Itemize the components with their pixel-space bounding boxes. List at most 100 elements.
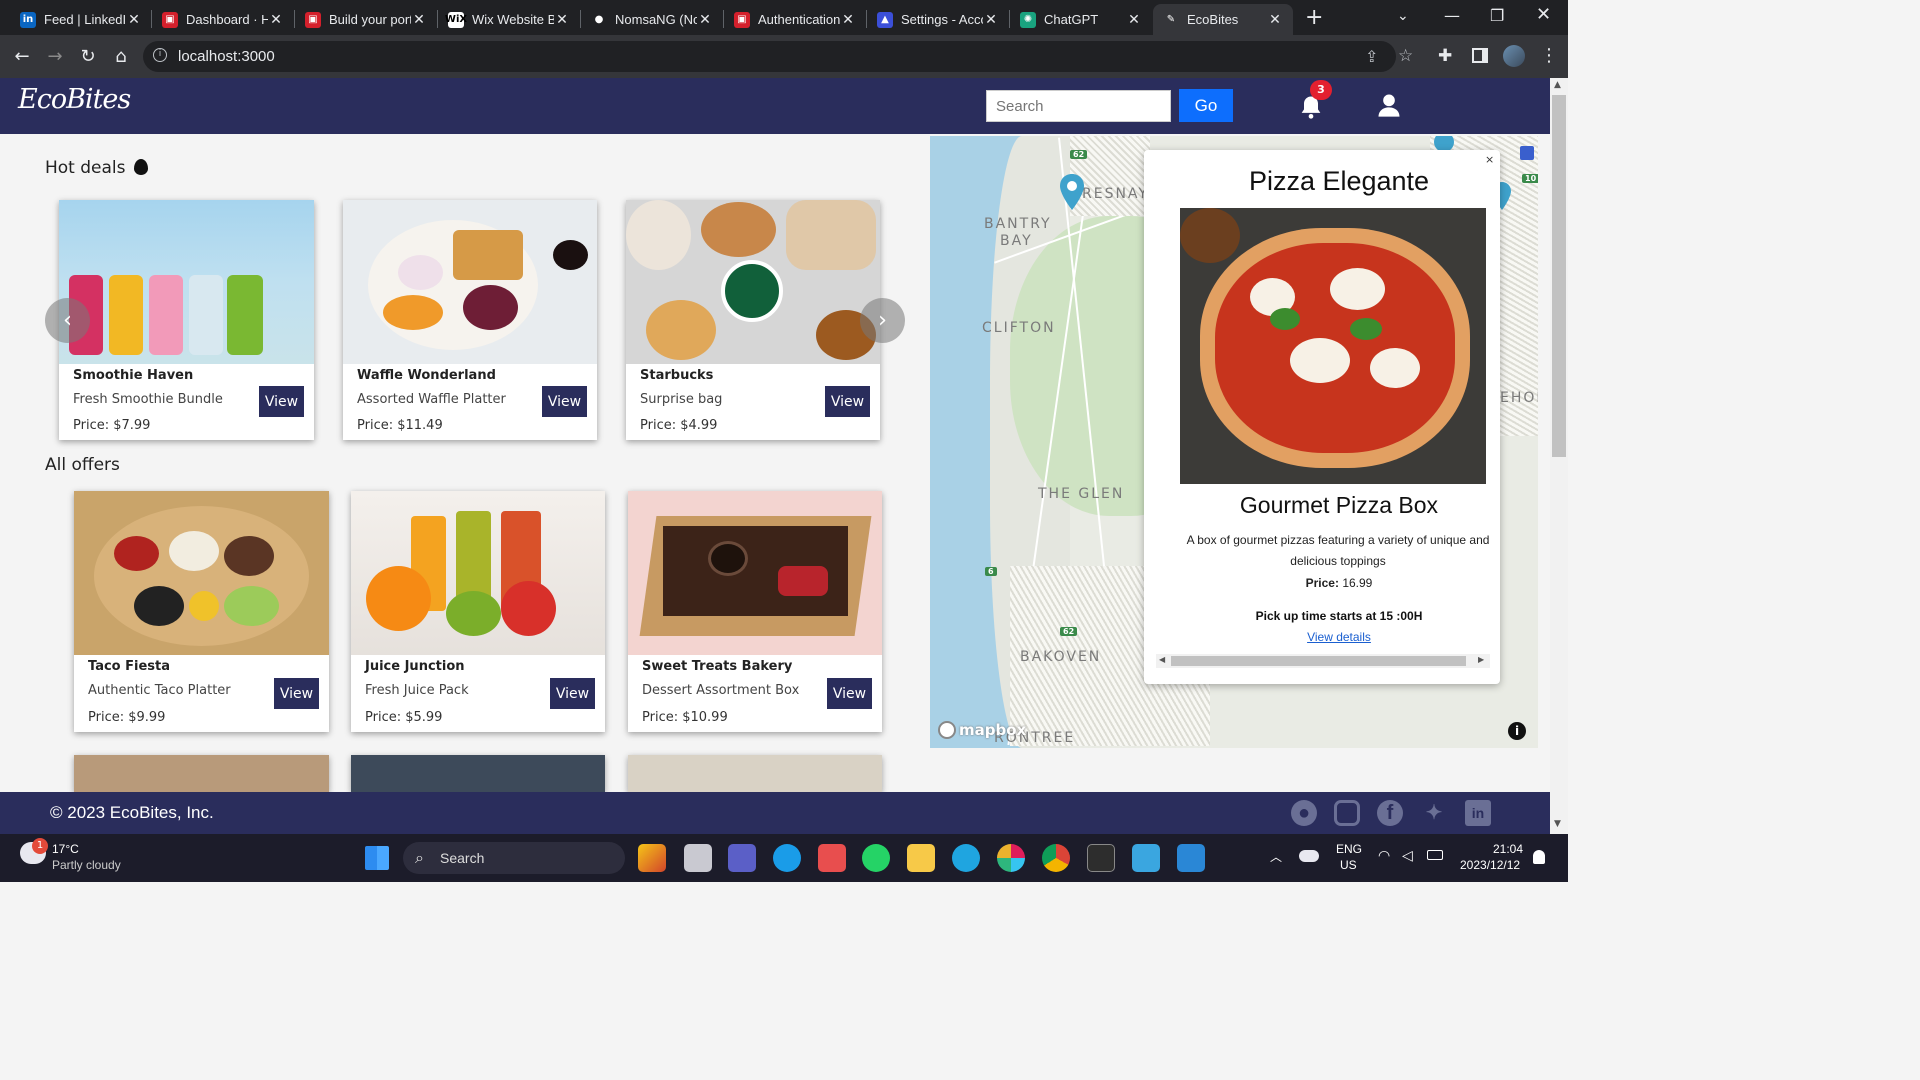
github-icon[interactable]: ● <box>1291 800 1317 826</box>
map-label: BANTRY <box>984 216 1052 232</box>
offer-card-partial[interactable] <box>351 755 605 792</box>
terminal-icon[interactable] <box>1087 844 1115 872</box>
maximize-icon[interactable]: ❐ <box>1490 6 1504 25</box>
taskbar-search[interactable] <box>403 842 625 874</box>
view-button[interactable]: View <box>825 386 870 417</box>
scroll-up-arrow-icon[interactable]: ▲ <box>1554 80 1561 90</box>
language-indicator[interactable]: ENG <box>1336 842 1362 856</box>
tab-close-icon[interactable]: ✕ <box>983 12 999 28</box>
user-profile-icon[interactable] <box>1375 91 1403 119</box>
chrome-icon[interactable] <box>1042 844 1070 872</box>
skype-icon[interactable] <box>773 844 801 872</box>
linkedin-icon[interactable]: in <box>1465 800 1491 826</box>
site-info-icon[interactable]: i <box>153 48 167 62</box>
clock-date[interactable]: 2023/12/12 <box>1460 858 1520 872</box>
widgets-icon[interactable] <box>638 844 666 872</box>
onedrive-icon[interactable] <box>1299 850 1319 862</box>
tab-ecobites[interactable]: ✎ EcoBites ✕ <box>1153 4 1293 35</box>
snipping-tool-icon[interactable] <box>818 844 846 872</box>
mapbox-logo[interactable]: mapbox <box>938 721 1026 739</box>
menu-dots-icon[interactable]: ⋮ <box>1540 45 1558 66</box>
page-scroll-thumb[interactable] <box>1552 95 1566 457</box>
tab-close-icon[interactable]: ✕ <box>268 12 284 28</box>
map-pin-icon[interactable] <box>1059 174 1085 210</box>
offer-card-juice-junction[interactable]: Juice Junction Fresh Juice Pack Price: $… <box>351 491 605 732</box>
tab-close-icon[interactable]: ✕ <box>840 12 856 28</box>
map-label: BAKOVEN <box>1020 649 1102 665</box>
view-button[interactable]: View <box>542 386 587 417</box>
notification-center-icon[interactable] <box>1533 850 1545 864</box>
task-view-icon[interactable] <box>684 844 712 872</box>
carousel-next-arrow-icon[interactable]: › <box>860 298 905 343</box>
deal-card-starbucks[interactable]: Starbucks Surprise bag Price: $4.99 View <box>626 200 880 440</box>
instagram-icon[interactable] <box>1334 800 1360 826</box>
tab-nomsang-nomsa[interactable]: ● NomsaNG (Nomsa)✕ <box>581 4 723 35</box>
tab-authentication[interactable]: ▣ Authentication ✕ <box>724 4 866 35</box>
twitter-icon[interactable]: ✦ <box>1421 800 1447 826</box>
address-bar[interactable] <box>143 41 1396 72</box>
vscode-icon[interactable] <box>1177 844 1205 872</box>
view-button[interactable]: View <box>274 678 319 709</box>
close-window-icon[interactable]: ✕ <box>1536 4 1551 25</box>
offer-card-partial[interactable] <box>628 755 882 792</box>
go-button[interactable]: Go <box>1179 89 1233 122</box>
tab-close-icon[interactable]: ✕ <box>126 12 142 28</box>
offer-card-taco-fiesta[interactable]: Taco Fiesta Authentic Taco Platter Price… <box>74 491 329 732</box>
facebook-icon[interactable]: f <box>1377 800 1403 826</box>
tab-close-icon[interactable]: ✕ <box>1126 12 1142 28</box>
view-details-link[interactable]: View details <box>1144 630 1534 644</box>
tab-chatgpt[interactable]: ✺ ChatGPT ✕ <box>1010 4 1152 35</box>
ecobites-logo[interactable]: EcoBites <box>18 84 131 115</box>
home-icon[interactable]: ⌂ <box>109 45 133 69</box>
map-info-icon[interactable]: i <box>1508 722 1526 740</box>
new-tab-icon[interactable]: + <box>1305 5 1323 30</box>
region-indicator[interactable]: US <box>1340 858 1357 872</box>
teams-icon[interactable] <box>728 844 756 872</box>
minimize-icon[interactable]: — <box>1444 6 1460 25</box>
offer-card-partial[interactable] <box>74 755 329 792</box>
tab-close-icon[interactable]: ✕ <box>411 12 427 28</box>
edge-icon[interactable] <box>952 844 980 872</box>
view-button[interactable]: View <box>550 678 595 709</box>
battery-icon[interactable] <box>1427 850 1443 860</box>
scroll-right-arrow-icon[interactable]: ▶ <box>1478 655 1484 664</box>
deal-card-smoothie-haven[interactable]: Smoothie Haven Fresh Smoothie Bundle Pri… <box>59 200 314 440</box>
reload-icon[interactable]: ↻ <box>76 45 100 69</box>
view-button[interactable]: View <box>259 386 304 417</box>
tab-close-icon[interactable]: ✕ <box>697 12 713 28</box>
tab-dashboard-heroku[interactable]: ▣ Dashboard · Heroku✕ <box>152 4 294 35</box>
show-hidden-icons-icon[interactable]: ︿ <box>1270 848 1282 865</box>
tab-favicon-icon: in <box>20 11 36 28</box>
popup-scroll-thumb[interactable] <box>1171 656 1466 666</box>
view-button[interactable]: View <box>827 678 872 709</box>
clock-time[interactable]: 21:04 <box>1493 842 1523 856</box>
wifi-icon[interactable]: ◠ <box>1378 848 1390 864</box>
extensions-icon[interactable]: ✚ <box>1438 46 1452 66</box>
deal-card-waffle-wonderland[interactable]: Waffle Wonderland Assorted Waffle Platte… <box>343 200 597 440</box>
scroll-down-arrow-icon[interactable]: ▼ <box>1554 819 1561 829</box>
windows-start-icon[interactable] <box>365 846 389 870</box>
notepad-icon[interactable] <box>1132 844 1160 872</box>
back-icon[interactable]: ← <box>10 45 34 69</box>
tab-build-your-portfolio[interactable]: ▣ Build your portfolio✕ <box>295 4 437 35</box>
tab-close-icon[interactable]: ✕ <box>1267 12 1283 28</box>
tab-feed-linkedin[interactable]: in Feed | LinkedIn ✕ <box>10 4 152 35</box>
scroll-left-arrow-icon[interactable]: ◀ <box>1159 655 1165 664</box>
forward-icon[interactable]: → <box>43 45 67 69</box>
tab-search-icon[interactable]: ⌄ <box>1397 8 1409 24</box>
profile-avatar[interactable] <box>1503 45 1525 67</box>
file-explorer-icon[interactable] <box>907 844 935 872</box>
carousel-prev-arrow-icon[interactable]: ‹ <box>45 298 90 343</box>
search-input[interactable] <box>986 90 1171 122</box>
tab-settings-account[interactable]: ▲ Settings - Account✕ <box>867 4 1009 35</box>
side-panel-icon[interactable] <box>1472 48 1488 63</box>
volume-icon[interactable]: ◁ <box>1402 848 1413 864</box>
tab-close-icon[interactable]: ✕ <box>554 12 570 28</box>
tab-wix-website-builder[interactable]: WiX Wix Website Builder✕ <box>438 4 580 35</box>
offer-card-sweet-treats-bakery[interactable]: Sweet Treats Bakery Dessert Assortment B… <box>628 491 882 732</box>
popup-close-button[interactable]: × <box>1485 153 1494 166</box>
slack-icon[interactable] <box>997 844 1025 872</box>
whatsapp-icon[interactable] <box>862 844 890 872</box>
bookmark-star-icon[interactable]: ☆ <box>1398 46 1413 66</box>
share-icon[interactable]: ⇪ <box>1365 47 1378 66</box>
